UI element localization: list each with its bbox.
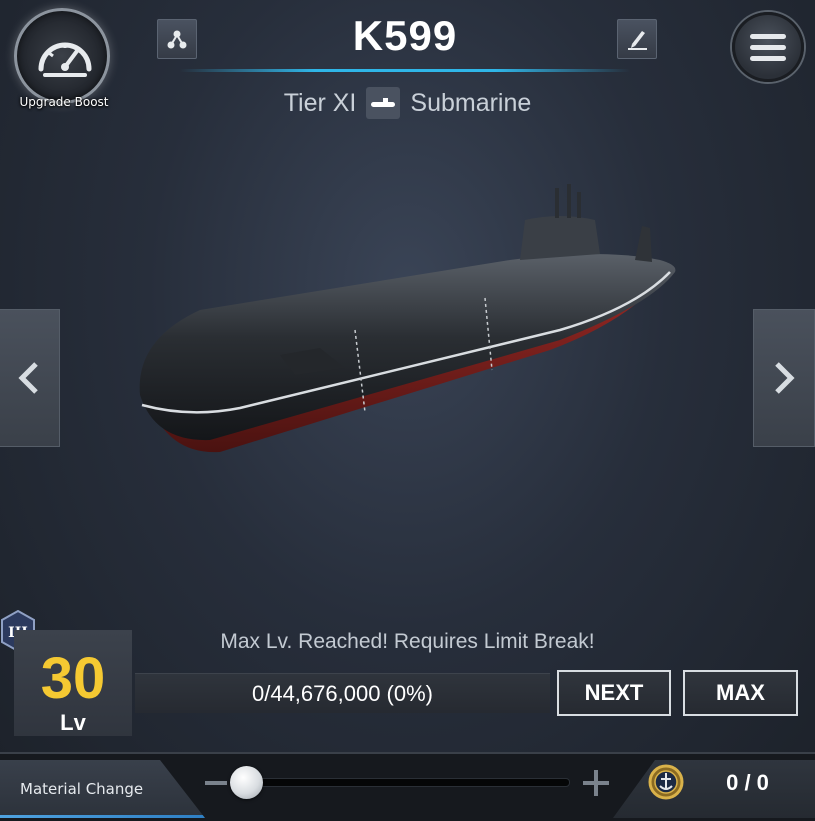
plus-icon[interactable] — [583, 770, 609, 796]
ship-subtitle: Tier XI Submarine — [200, 87, 615, 119]
upgrade-boost-button[interactable]: Upgrade Boost — [14, 8, 114, 112]
material-slider-thumb[interactable] — [230, 766, 263, 799]
title-underline — [180, 69, 630, 72]
submarine-type-badge — [366, 87, 401, 119]
ship-name: K599 — [352, 12, 458, 59]
main-menu-button[interactable] — [732, 12, 804, 82]
material-count: 0 / 0 — [726, 770, 769, 795]
material-change-tab[interactable]: Material Change — [0, 760, 205, 818]
material-change-label: Material Change — [20, 780, 144, 798]
level-value: 30 — [40, 646, 106, 711]
hamburger-icon — [750, 33, 786, 39]
submarine-illustration — [139, 184, 676, 453]
next-level-button[interactable]: NEXT — [557, 670, 671, 716]
next-ship-button[interactable] — [753, 309, 815, 447]
xp-progress-bar: 0/44,676,000 (0%) — [135, 673, 550, 713]
submarine-icon — [371, 98, 396, 107]
speedometer-icon — [38, 42, 92, 77]
previous-ship-button[interactable] — [0, 309, 60, 447]
chevron-left-icon — [18, 362, 38, 394]
chevron-right-icon — [775, 362, 795, 394]
level-panel: 30 Lv — [14, 630, 132, 736]
upgrade-boost-label: Upgrade Boost — [19, 95, 109, 109]
tree-icon — [167, 30, 187, 49]
ship-type: Submarine — [410, 88, 532, 117]
material-bar: Material Change 0 / 0 — [0, 752, 815, 821]
max-level-button[interactable]: MAX — [683, 670, 798, 716]
tech-tree-button[interactable] — [157, 19, 197, 59]
pencil-icon — [628, 31, 647, 50]
ship-tier: Tier XI — [283, 88, 357, 117]
rename-button[interactable] — [617, 19, 657, 59]
material-slider-track[interactable] — [230, 778, 570, 787]
xp-progress-text: 0/44,676,000 (0%) — [251, 680, 434, 706]
level-unit: Lv — [60, 710, 86, 735]
max-level-message: Max Lv. Reached! Requires Limit Break! — [220, 630, 595, 653]
minus-icon[interactable] — [205, 781, 227, 785]
material-medal-icon — [648, 764, 684, 800]
submarine-model[interactable] — [130, 180, 700, 470]
upgrade-boost-ring — [14, 8, 110, 104]
